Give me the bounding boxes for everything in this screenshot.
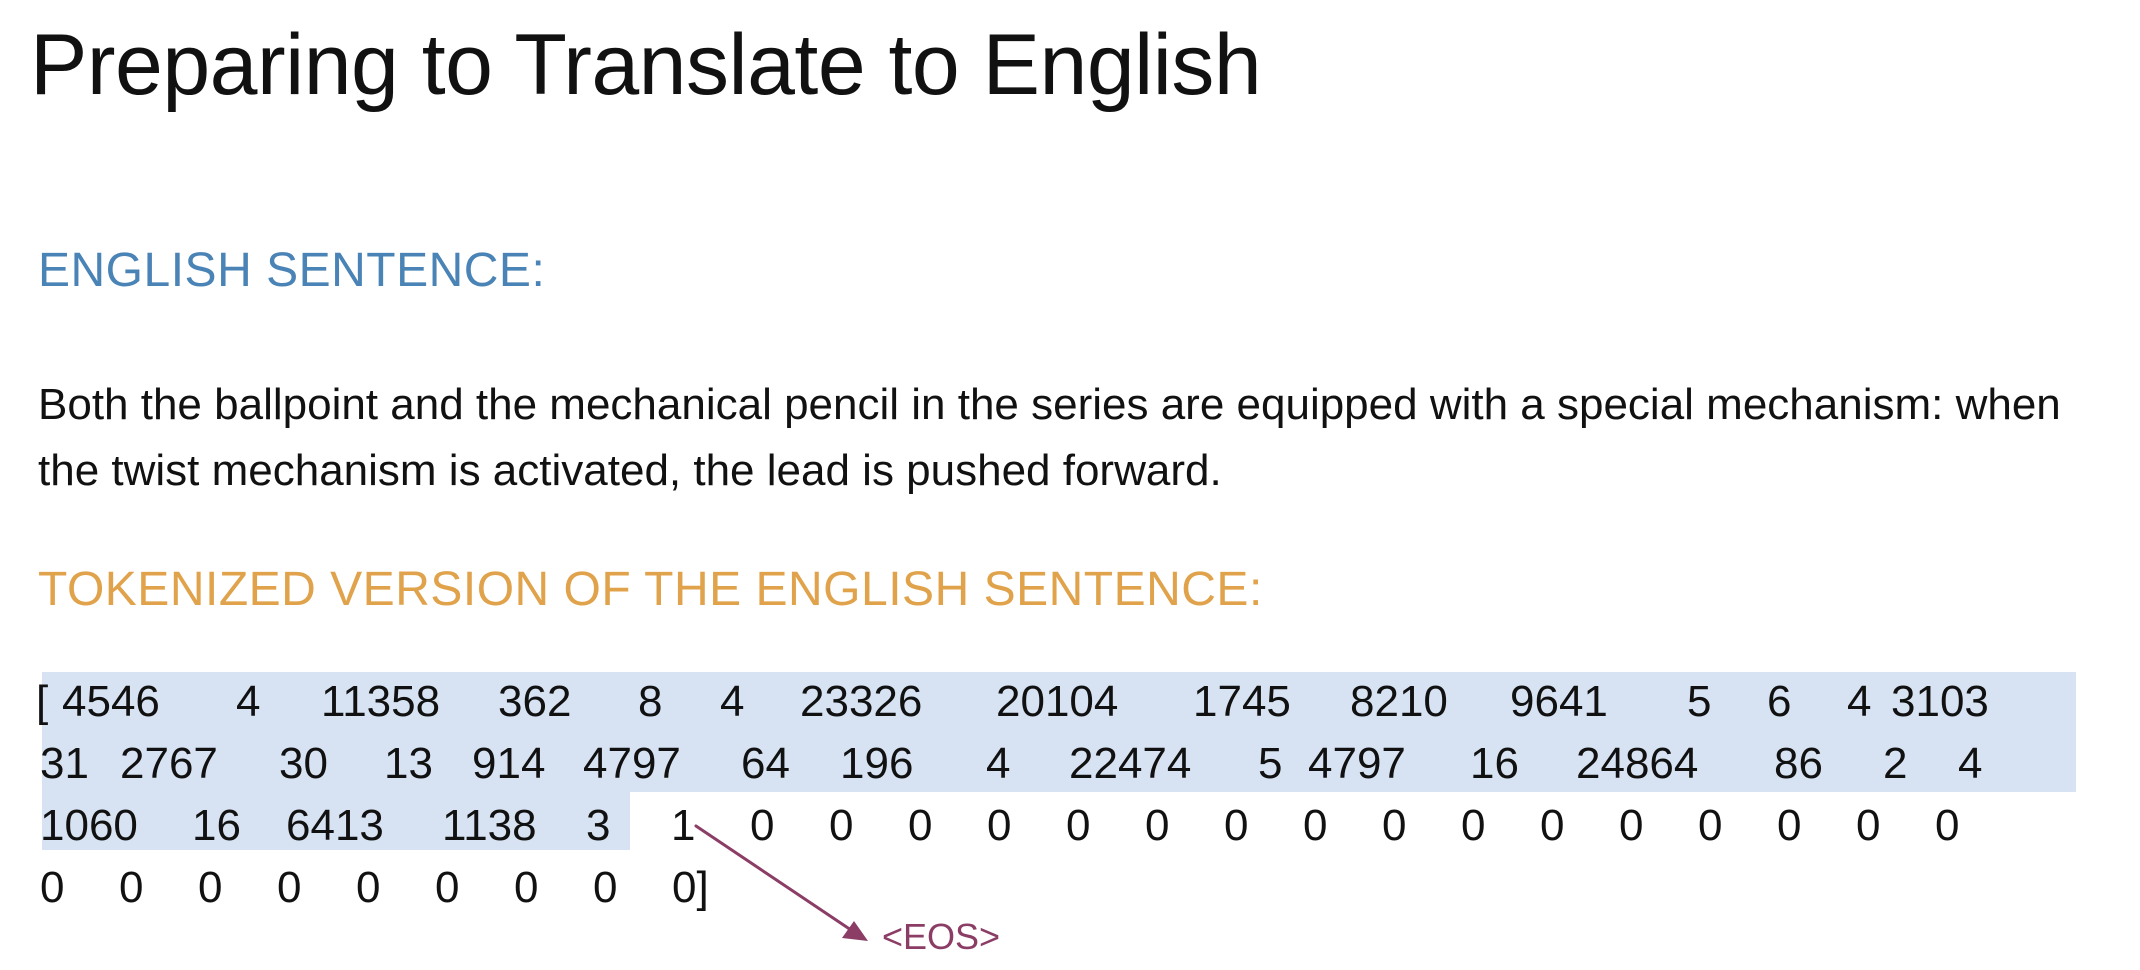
padding-token: 0	[1461, 801, 1486, 850]
open-bracket: [	[36, 677, 49, 726]
token: 4797	[1308, 739, 1406, 788]
token: 4797	[583, 739, 681, 788]
token: 4	[1847, 677, 1872, 726]
token: 1138	[442, 801, 537, 850]
padding-token: 0	[198, 863, 223, 912]
token: 2	[1883, 739, 1908, 788]
token: 196	[840, 739, 914, 788]
padding-token: 0	[829, 801, 854, 850]
padding-token: 0	[1698, 801, 1723, 850]
token: 362	[498, 677, 572, 726]
padding-token: 0	[1066, 801, 1091, 850]
padding-token: 0	[987, 801, 1012, 850]
padding-token: 0	[1303, 801, 1328, 850]
token: 9641	[1510, 677, 1608, 726]
token: 6413	[286, 801, 384, 850]
token: 6	[1767, 677, 1792, 726]
token: 4	[986, 739, 1011, 788]
token: 8210	[1350, 677, 1448, 726]
padding-token: 0	[1856, 801, 1881, 850]
padding-token: 0	[1382, 801, 1407, 850]
close-bracket-token: 0]	[672, 863, 709, 912]
slide-title: Preparing to Translate to English	[30, 17, 1262, 113]
padding-token: 0	[1935, 801, 1960, 850]
token: 31	[40, 739, 89, 788]
token: 22474	[1069, 739, 1192, 788]
token: 5	[1258, 739, 1283, 788]
padding-token: 0	[1540, 801, 1565, 850]
token: 4	[1958, 739, 1983, 788]
token: 4	[236, 677, 261, 726]
token: 2767	[120, 739, 218, 788]
padding-token: 0	[1777, 801, 1802, 850]
token: 13	[384, 739, 433, 788]
token: 86	[1774, 739, 1823, 788]
token: 20104	[996, 677, 1119, 726]
token: 1745	[1193, 677, 1291, 726]
padding-token: 0	[908, 801, 933, 850]
padding-token: 0	[356, 863, 381, 912]
padding-token: 0	[40, 863, 65, 912]
padding-token: 0	[119, 863, 144, 912]
token: 4546	[62, 677, 160, 726]
token: 5	[1687, 677, 1712, 726]
token: 914	[472, 739, 546, 788]
token: 24864	[1576, 739, 1699, 788]
token: 3	[586, 801, 611, 850]
token: 4	[720, 677, 745, 726]
token: 23326	[800, 677, 923, 726]
padding-token: 0	[1145, 801, 1170, 850]
padding-token: 0	[435, 863, 460, 912]
token: 16	[1470, 739, 1519, 788]
padding-token: 0	[1619, 801, 1644, 850]
token: 30	[279, 739, 328, 788]
token: 64	[741, 739, 790, 788]
padding-token: 0	[593, 863, 618, 912]
english-sentence-heading: ENGLISH SENTENCE:	[38, 244, 546, 297]
token: 16	[192, 801, 241, 850]
padding-token: 0	[514, 863, 539, 912]
eos-label: <EOS>	[882, 916, 1001, 957]
tokenized-heading: TOKENIZED VERSION OF THE ENGLISH SENTENC…	[38, 563, 1263, 616]
token: 11358	[321, 677, 441, 726]
padding-token: 0	[277, 863, 302, 912]
token: 3103	[1891, 677, 1989, 726]
english-sentence: Both the ballpoint and the mechanical pe…	[38, 380, 2061, 495]
padding-token: 0	[750, 801, 775, 850]
token: 8	[638, 677, 663, 726]
padding-token: 0	[1224, 801, 1249, 850]
token: 1060	[40, 801, 138, 850]
eos-token: 1	[671, 801, 696, 850]
